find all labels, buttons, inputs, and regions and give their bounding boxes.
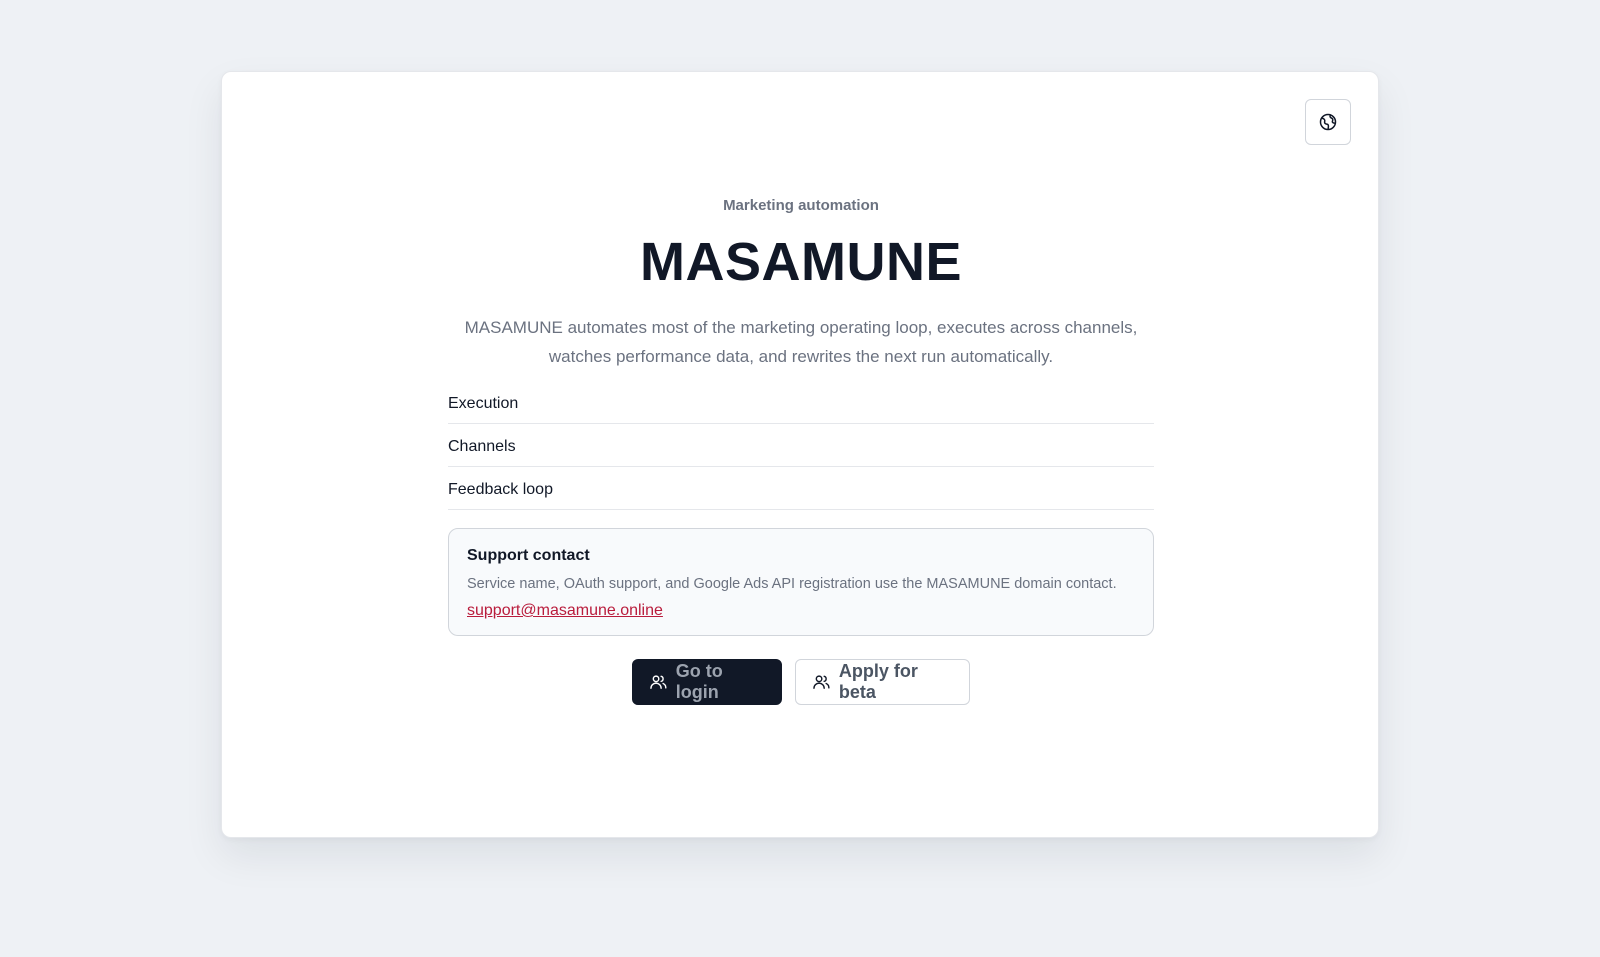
hero-content: Marketing automation MASAMUNE MASAMUNE a… [448, 194, 1154, 705]
feature-item-channels: Channels [448, 424, 1154, 467]
users-icon [813, 675, 830, 689]
feature-item-feedback-loop: Feedback loop [448, 467, 1154, 510]
globe-icon [1319, 113, 1337, 131]
landing-card: Marketing automation MASAMUNE MASAMUNE a… [221, 71, 1379, 838]
page-description: MASAMUNE automates most of the marketing… [464, 318, 1138, 366]
support-email-link[interactable]: support@masamune.online [467, 601, 663, 621]
feature-item-execution: Execution [448, 381, 1154, 424]
feature-list: Execution Channels Feedback loop [448, 381, 1154, 510]
go-to-login-label: Go to login [675, 661, 723, 702]
go-to-login-button[interactable]: Go to login [632, 659, 782, 705]
users-icon [650, 675, 667, 689]
eyebrow-label: Marketing automation [723, 197, 879, 214]
support-description: Service name, OAuth support, and Google … [467, 576, 1117, 592]
apply-for-beta-label: Apply for beta [838, 661, 918, 702]
support-contact-box: Support contact Service name, OAuth supp… [448, 528, 1154, 636]
apply-for-beta-button[interactable]: Apply for beta [795, 659, 970, 705]
action-buttons: Go to login Apply for beta [448, 659, 1154, 705]
page-title: MASAMUNE [640, 232, 962, 292]
language-button[interactable] [1305, 99, 1351, 145]
support-title: Support contact [467, 547, 590, 564]
